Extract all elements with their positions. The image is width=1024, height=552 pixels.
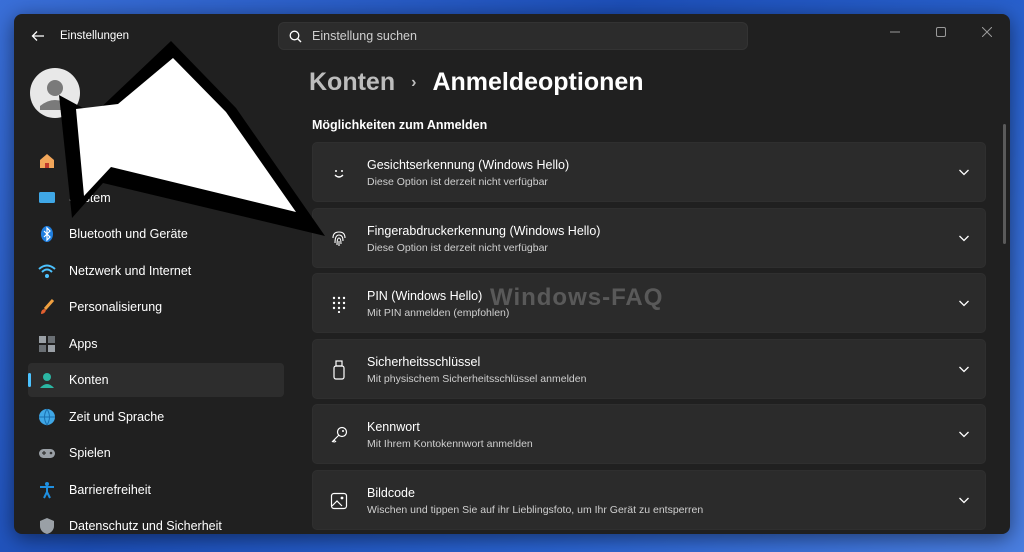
settings-window: Einstellungen Einstellung suchen Startse… [14, 14, 1010, 534]
option-title: Bildcode [367, 485, 415, 500]
sidebar-item-label: Netzwerk und Internet [69, 263, 192, 278]
minimize-button[interactable] [872, 18, 918, 46]
sidebar-item-label: Bluetooth und Geräte [69, 227, 188, 241]
sidebar-item-privacy[interactable]: Datenschutz und Sicherheit [28, 509, 284, 534]
keypad-icon [329, 294, 349, 314]
sidebar-item-label: Barrierefreiheit [69, 482, 151, 497]
option-face-recognition[interactable]: Gesichtserkennung (Windows Hello) Diese … [312, 142, 986, 202]
chevron-down-icon[interactable] [957, 231, 971, 245]
option-picture-password[interactable]: Bildcode Wischen und tippen Sie auf ihr … [312, 469, 986, 530]
option-subtitle: Wischen und tippen Sie auf ihr Lieblings… [367, 503, 704, 516]
breadcrumb-separator: › [411, 73, 417, 91]
fingerprint-icon [329, 229, 349, 249]
chevron-down-icon[interactable] [957, 165, 971, 179]
option-title: Sicherheitsschlüssel [367, 354, 481, 369]
face-icon [329, 163, 349, 183]
main-content: Möglichkeiten zum Anmelden Gesichtserken… [312, 118, 986, 534]
option-password[interactable]: Kennwort Mit Ihrem Kontokennwort anmelde… [312, 404, 986, 464]
option-fingerprint[interactable]: Fingerabdruckerkennung (Windows Hello) D… [312, 207, 986, 268]
accessibility-icon [38, 481, 56, 499]
option-subtitle: Mit Ihrem Kontokennwort anmelden [367, 438, 533, 450]
maximize-button[interactable] [918, 18, 964, 46]
sidebar: Startseite System Bluetooth und Geräte N… [28, 144, 284, 534]
option-subtitle: Diese Option ist derzeit nicht verfügbar [367, 176, 548, 188]
option-title: Kennwort [367, 420, 420, 434]
search-placeholder: Einstellung suchen [312, 29, 417, 43]
user-icon [40, 80, 70, 110]
sidebar-item-label: Personalisierung [69, 300, 163, 314]
sidebar-item-label: Datenschutz und Sicherheit [69, 519, 222, 533]
usb-key-icon [329, 359, 349, 380]
scrollbar[interactable] [1003, 124, 1006, 244]
sidebar-item-system[interactable]: System [28, 181, 284, 215]
breadcrumb: Konten › Anmeldeoptionen [309, 68, 644, 97]
sidebar-item-label: Konten [69, 373, 109, 387]
minimize-icon [890, 31, 900, 33]
option-title: Fingerabdruckerkennung (Windows Hello) [367, 223, 601, 238]
chevron-down-icon[interactable] [957, 296, 971, 310]
search-icon [289, 30, 302, 42]
bluetooth-icon [38, 225, 56, 243]
chevron-down-icon[interactable] [957, 493, 971, 507]
sidebar-item-label: Zeit und Sprache [69, 409, 165, 424]
sidebar-item-label: Spielen [69, 446, 111, 460]
sidebar-item-accessibility[interactable]: Barrierefreiheit [28, 473, 284, 507]
sidebar-item-konten[interactable]: Konten [28, 363, 284, 397]
sidebar-item-network[interactable]: Netzwerk und Internet [28, 254, 284, 288]
brush-icon [38, 298, 56, 316]
picture-icon [329, 491, 349, 511]
key-icon [329, 425, 349, 445]
sidebar-item-label: Apps [69, 336, 98, 351]
system-icon [38, 189, 56, 207]
close-button[interactable] [964, 18, 1010, 46]
sidebar-item-personalization[interactable]: Personalisierung [28, 290, 284, 324]
option-subtitle: Mit PIN anmelden (empfohlen) [367, 307, 510, 319]
option-title: PIN (Windows Hello) [367, 289, 483, 303]
sidebar-item-label: Startseite [69, 154, 122, 168]
apps-icon [38, 335, 56, 353]
back-button[interactable] [28, 26, 48, 46]
breadcrumb-parent[interactable]: Konten [309, 68, 395, 97]
title-bar: Einstellungen Einstellung suchen [14, 14, 1010, 58]
option-subtitle: Mit physischem Sicherheitsschlüssel anme… [367, 372, 587, 385]
watermark-text: Windows-FAQ [490, 284, 664, 311]
sidebar-item-label: System [69, 190, 111, 205]
close-icon [982, 27, 992, 37]
search-input[interactable]: Einstellung suchen [278, 22, 748, 50]
chevron-down-icon[interactable] [957, 427, 971, 441]
chevron-down-icon[interactable] [957, 362, 971, 376]
option-title: Gesichtserkennung (Windows Hello) [367, 158, 570, 172]
globe-icon [38, 408, 56, 426]
option-subtitle: Diese Option ist derzeit nicht verfügbar [367, 241, 548, 254]
app-title: Einstellungen [60, 30, 130, 42]
sidebar-item-apps[interactable]: Apps [28, 327, 284, 361]
back-arrow-icon [31, 31, 44, 41]
sidebar-item-gaming[interactable]: Spielen [28, 436, 284, 470]
sidebar-item-startseite[interactable]: Startseite [28, 144, 284, 178]
maximize-icon [936, 27, 946, 37]
account-icon [38, 371, 56, 389]
home-icon [38, 152, 56, 170]
page-title: Anmeldeoptionen [432, 68, 644, 96]
option-security-key[interactable]: Sicherheitsschlüssel Mit physischem Sich… [312, 338, 986, 399]
network-icon [38, 262, 56, 280]
sidebar-item-bluetooth[interactable]: Bluetooth und Geräte [28, 217, 284, 251]
section-title: Möglichkeiten zum Anmelden [312, 118, 488, 132]
sidebar-item-time-language[interactable]: Zeit und Sprache [28, 400, 284, 434]
avatar[interactable] [30, 68, 80, 118]
gamepad-icon [38, 444, 56, 462]
shield-icon [38, 517, 56, 534]
